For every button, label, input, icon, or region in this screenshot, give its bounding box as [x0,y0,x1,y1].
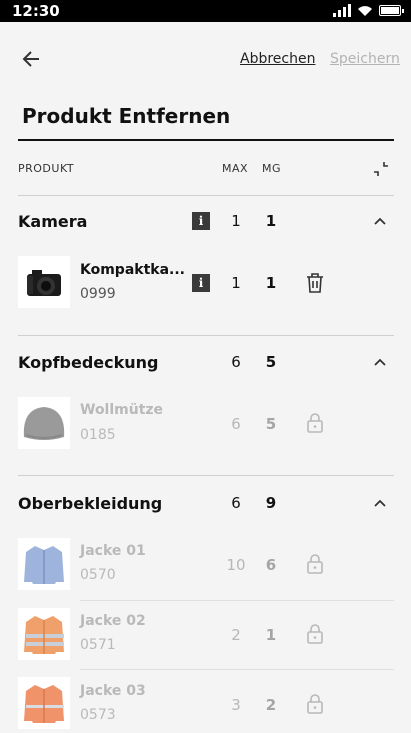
status-time: 12:30 [12,2,60,20]
product-number: 0999 [80,286,116,302]
column-header-product: PRODUKT [18,162,75,175]
product-image-jacket [18,538,70,590]
lock-icon [307,624,323,644]
divider [80,669,394,670]
wifi-icon [358,5,372,16]
category-title-oberbekleidung[interactable]: Oberbekleidung [18,494,162,513]
product-number: 0570 [80,567,116,583]
category-mg: 5 [265,353,277,371]
category-mg: 9 [265,494,277,512]
category-max: 6 [231,353,241,371]
product-max: 2 [231,626,241,644]
divider [18,475,394,476]
category-max: 1 [231,212,241,230]
product-name: Jacke 02 [80,613,146,629]
category-title-kamera[interactable]: Kamera [18,212,87,231]
product-name: Kompaktka... [80,262,185,278]
battery-icon [379,4,404,16]
signal-icon [333,3,351,17]
cancel-button[interactable]: Abbrechen [240,51,315,67]
save-button[interactable]: Speichern [330,51,400,67]
chevron-up-icon[interactable] [372,355,388,369]
product-number: 0573 [80,707,116,723]
product-image-jacket [18,677,70,729]
category-title-kopfbedeckung[interactable]: Kopfbedeckung [18,353,159,372]
back-arrow-icon[interactable] [20,48,44,70]
product-mg: 6 [265,556,277,574]
divider [18,195,394,196]
product-image-jacket [18,608,70,660]
product-name: Jacke 03 [80,683,146,699]
category-max: 6 [231,494,241,512]
status-bar: 12:30 [0,0,411,22]
category-mg: 1 [265,212,277,230]
product-image-camera [18,256,70,308]
chevron-up-icon[interactable] [372,214,388,228]
product-max: 10 [226,556,246,574]
product-number: 0185 [80,427,116,443]
product-mg[interactable]: 1 [256,274,286,292]
product-image-beanie [18,397,70,449]
info-icon[interactable]: i [192,212,210,230]
trash-icon[interactable] [305,272,325,294]
lock-icon [307,413,323,433]
product-mg: 1 [265,626,277,644]
column-header-max: MAX [222,162,249,175]
product-number: 0571 [80,637,116,653]
lock-icon [307,554,323,574]
chevron-up-icon[interactable] [372,496,388,510]
product-name: Jacke 01 [80,543,146,559]
product-name: Wollmütze [80,402,164,418]
product-max: 3 [231,696,241,714]
collapse-all-icon[interactable] [372,160,390,178]
info-icon[interactable]: i [192,274,210,292]
column-header-mg: MG [262,162,282,175]
divider [80,600,394,601]
product-mg: 5 [265,415,277,433]
product-mg: 2 [265,696,277,714]
divider [18,335,394,336]
title-divider [18,139,394,141]
lock-icon [307,694,323,714]
page-title: Produkt Entfernen [22,104,231,128]
product-max: 6 [231,415,241,433]
product-max: 1 [231,274,241,292]
status-icons [333,3,404,17]
